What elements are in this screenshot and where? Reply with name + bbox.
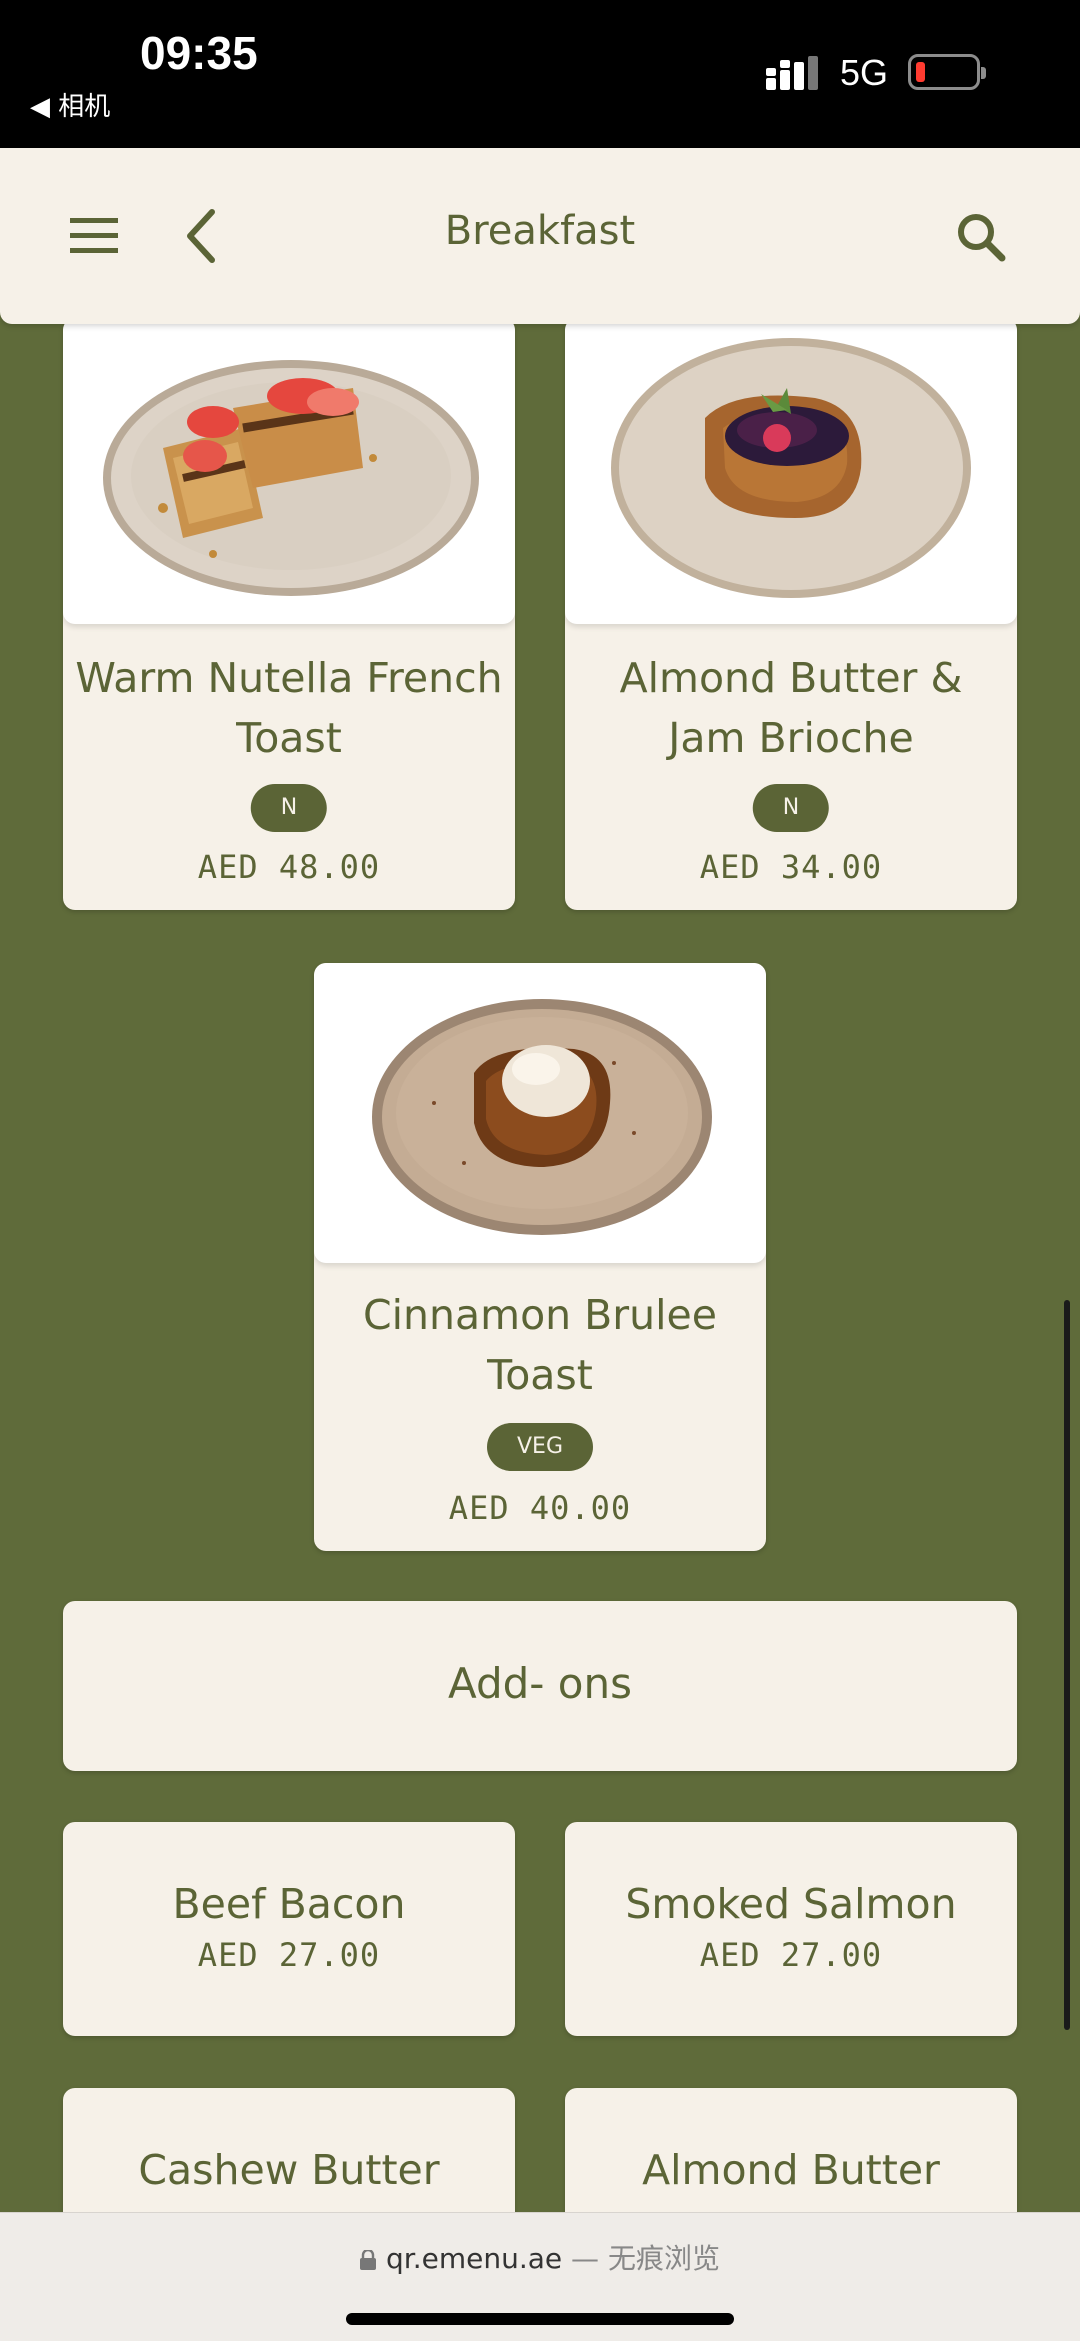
addon-name: Cashew Butter bbox=[138, 2146, 440, 2194]
app-header: Breakfast bbox=[0, 148, 1080, 324]
addon-price: AED 27.00 bbox=[197, 1936, 381, 1974]
status-time: 09:35 bbox=[140, 27, 258, 79]
url-display[interactable]: qr.emenu.ae — 无痕浏览 bbox=[0, 2237, 1080, 2277]
battery-icon bbox=[908, 54, 986, 90]
menu-item-card[interactable]: Warm Nutella French Toast N AED 48.00 bbox=[63, 318, 515, 910]
home-indicator[interactable] bbox=[346, 2313, 734, 2325]
browsing-mode-label: — 无痕浏览 bbox=[562, 2242, 720, 2275]
addon-card[interactable]: Beef Bacon AED 27.00 bbox=[63, 1822, 515, 2036]
addon-price: AED 27.00 bbox=[699, 1936, 883, 1974]
dietary-tag: VEG bbox=[487, 1423, 593, 1471]
dietary-tag: N bbox=[250, 784, 328, 832]
food-image bbox=[314, 963, 766, 1263]
browser-bottom-bar: qr.emenu.ae — 无痕浏览 bbox=[0, 2212, 1080, 2341]
item-name: Warm Nutella French Toast bbox=[75, 654, 503, 762]
addon-name: Smoked Salmon bbox=[625, 1880, 957, 1928]
search-icon[interactable] bbox=[954, 210, 1008, 264]
addon-name: Beef Bacon bbox=[172, 1880, 406, 1928]
network-label: 5G bbox=[840, 52, 889, 93]
lock-icon bbox=[360, 2250, 377, 2270]
food-image bbox=[63, 318, 515, 624]
item-price: AED 40.00 bbox=[448, 1489, 632, 1527]
addon-card[interactable]: Smoked Salmon AED 27.00 bbox=[565, 1822, 1017, 2036]
addons-section-header[interactable]: Add- ons bbox=[63, 1601, 1017, 1771]
scrollbar[interactable] bbox=[1064, 1300, 1070, 2030]
status-bar: 09:35 ◀ 相机 5G bbox=[0, 0, 1080, 148]
item-price: AED 48.00 bbox=[197, 848, 381, 886]
page-title: Breakfast bbox=[444, 208, 636, 254]
item-price: AED 34.00 bbox=[699, 848, 883, 886]
menu-item-card[interactable]: Almond Butter & Jam Brioche N AED 34.00 bbox=[565, 318, 1017, 910]
section-title: Add- ons bbox=[447, 1659, 633, 1708]
signal-icon bbox=[766, 56, 818, 90]
addon-name: Almond Butter bbox=[642, 2146, 940, 2194]
food-image bbox=[565, 318, 1017, 624]
back-to-app-link[interactable]: ◀ 相机 bbox=[30, 86, 110, 123]
item-name: Almond Butter & Jam Brioche bbox=[619, 654, 963, 762]
url-domain: qr.emenu.ae bbox=[386, 2242, 563, 2275]
item-name: Cinnamon Brulee Toast bbox=[363, 1291, 717, 1399]
dietary-tag: N bbox=[752, 784, 830, 832]
menu-item-card[interactable]: Cinnamon Brulee Toast VEG AED 40.00 bbox=[314, 963, 766, 1551]
